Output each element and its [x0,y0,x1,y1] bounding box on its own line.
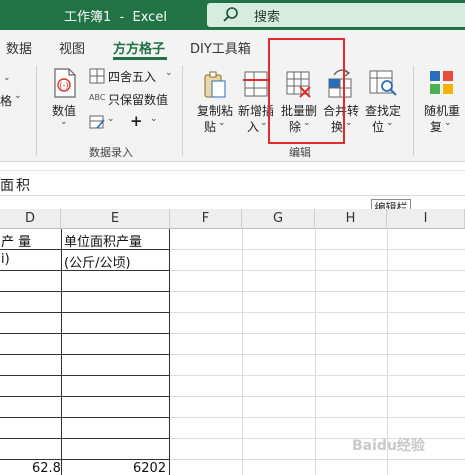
gridline [170,354,465,355]
ribbon-tabs: 数据 视图 方方格子 DIY工具箱 [0,30,465,60]
table-border [0,396,170,397]
chevron-down-icon[interactable]: ⌄ [3,73,11,83]
tab-diy-toolbox[interactable]: DIY工具箱 [190,38,251,57]
table-border [0,438,170,439]
formula-content: 面积 [0,178,32,194]
column-header-h[interactable]: H [315,209,387,229]
plus-icon[interactable]: + [130,112,143,130]
watermark: Baidu经验 [352,438,425,454]
gridline [170,375,465,376]
edit-grid-icon[interactable] [89,114,105,130]
gridline [170,333,465,334]
table-border [0,291,170,292]
worksheet-grid[interactable]: D E F G H I 产 量 i) 单位面积产量 (公斤/公顷) 62.8 6… [0,209,465,475]
chevron-down-icon[interactable]: ⌄ [165,68,173,78]
table-border [0,312,170,313]
find-locate-label-1[interactable]: 查找定 [365,102,401,119]
group-separator [182,66,183,156]
table-border [0,417,170,418]
chevron-down-icon[interactable]: ⌄ [107,114,115,124]
table-border [0,354,170,355]
table-border [0,333,170,334]
cell-e-unit[interactable]: (公斤/公顷) [64,252,131,271]
group-separator [36,66,37,156]
keep-value-item[interactable]: 只保留数值 [108,91,168,108]
copy-paste-label-1[interactable]: 复制粘 [197,102,233,119]
gridline [170,249,465,250]
excel-window: 工作簿1 - Excel 搜索 数据 视图 方方格子 DIY工具箱 ⌄ 格 ⌄ … [0,0,465,475]
tab-data[interactable]: 数据 [6,38,32,57]
tab-view[interactable]: 视图 [59,38,85,57]
chevron-down-icon[interactable]: ⌄ [260,118,268,128]
window-title: 工作簿1 - Excel [64,10,167,25]
gridline [170,291,465,292]
cell-d-header[interactable]: 产 量 [1,231,31,250]
cell-d-unit[interactable]: i) [1,252,10,267]
random-repeat-icon[interactable] [428,68,456,98]
column-header-f[interactable]: F [170,209,242,229]
copy-paste-icon[interactable] [203,69,227,99]
svg-text:(-): (-) [59,81,68,90]
tab-fangfang[interactable]: 方方格子 [113,38,165,57]
random-repeat-label-2[interactable]: 复 [430,118,442,135]
chevron-down-icon[interactable]: ⌄ [345,118,353,128]
group-data-entry-label: 数据录入 [89,146,133,159]
chevron-down-icon[interactable]: ⌄ [218,118,226,128]
chevron-down-icon[interactable]: ⌄ [386,118,394,128]
group-separator [413,66,414,156]
random-repeat-label-1[interactable]: 随机重 [424,102,460,119]
table-border [0,459,170,460]
column-header-d[interactable]: D [0,209,61,229]
column-header-g[interactable]: G [242,209,315,229]
gridline [170,270,465,271]
cell-e-value[interactable]: 6202 [133,461,166,475]
copy-paste-label-2[interactable]: 贴 [204,118,216,135]
chevron-down-icon[interactable]: ⌄ [14,91,22,101]
insert-label-2[interactable]: 入 [247,118,259,135]
chevron-down-icon[interactable]: ⌄ [444,118,452,128]
formula-bar[interactable]: 面积 [0,170,465,196]
find-locate-label-2[interactable]: 位 [372,118,384,135]
insert-icon[interactable] [243,69,269,99]
value-icon[interactable]: (-) [52,67,78,99]
search-label: 搜索 [254,10,281,25]
gridline [170,417,465,418]
round-item[interactable]: 四舍五入 [108,68,156,85]
title-bar: 工作簿1 - Excel 搜索 [0,0,465,30]
gridline [170,459,465,460]
highlight-box [268,38,345,144]
ribbon-left-partial-label[interactable]: 格 [0,92,12,109]
ribbon: ⌄ 格 ⌄ (-) 数值 ⌄ 四舍五入 ⌄ ABC 只保留数值 ⌄ + ⌄ 数据… [0,60,465,162]
round-icon [89,68,105,84]
chevron-down-icon[interactable]: ⌄ [150,114,158,124]
column-header-e[interactable]: E [61,209,170,229]
search-box[interactable]: 搜索 [207,3,465,27]
gridline [170,312,465,313]
group-edit-label: 编辑 [289,146,311,159]
gridline [170,396,465,397]
find-locate-icon[interactable] [368,68,398,98]
cell-d-value[interactable]: 62.8 [32,461,61,475]
search-icon [223,7,238,22]
table-border [0,375,170,376]
abc-icon: ABC [89,93,106,102]
chevron-down-icon[interactable]: ⌄ [60,117,68,127]
column-header-i[interactable]: I [387,209,465,229]
cell-e-header[interactable]: 单位面积产量 [64,231,142,250]
